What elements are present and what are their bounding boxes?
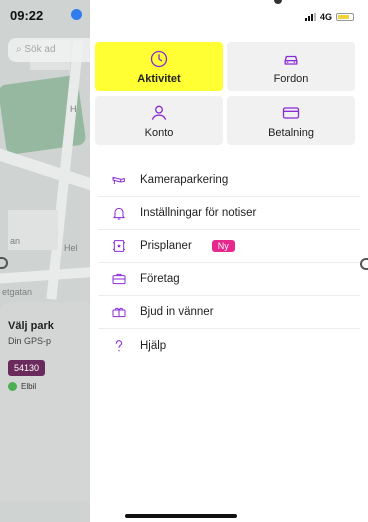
menu-label: Prisplaner — [140, 240, 192, 252]
menu-label: Inställningar för notiser — [140, 207, 257, 219]
menu-item-hjalp[interactable]: Hjälp — [98, 329, 360, 362]
tile-label: Fordon — [273, 72, 309, 85]
menu-drawer: 4G Aktivitet Fordon Konto Betalning Kame… — [90, 0, 368, 522]
menu-item-notiser[interactable]: Inställningar för notiser — [98, 197, 360, 230]
card-title: Välj park — [8, 320, 54, 332]
tile-label: Konto — [144, 126, 174, 139]
notch — [274, 0, 282, 4]
signal-icon — [304, 13, 316, 21]
car-icon — [284, 55, 298, 65]
camera-icon — [110, 171, 128, 189]
menu-label: Hjälp — [140, 339, 167, 352]
leaf-icon — [8, 382, 17, 391]
plate-badge: 54130 — [8, 360, 46, 376]
map-label: H — [70, 104, 77, 114]
menu-item-foretag[interactable]: Företag — [98, 263, 360, 296]
bell-icon — [110, 204, 128, 222]
status-bar: 4G — [304, 12, 354, 22]
tile-fordon[interactable]: Fordon — [227, 42, 355, 91]
tile-aktivitet[interactable]: Aktivitet — [95, 42, 223, 91]
gift-icon — [110, 303, 128, 321]
menu-item-prisplaner[interactable]: Prisplaner Ny — [98, 230, 360, 263]
priceplan-icon — [110, 237, 128, 255]
menu-label: Bjud in vänner — [140, 306, 214, 318]
tile-label: Aktivitet — [137, 72, 181, 85]
network-label: 4G — [319, 12, 332, 22]
location-icon — [71, 9, 82, 20]
battery-icon — [336, 13, 354, 21]
user-icon — [151, 105, 167, 120]
map-label: an — [10, 236, 21, 246]
menu-label: Kameraparkering — [140, 174, 229, 186]
menu-item-bjud-in[interactable]: Bjud in vänner — [98, 296, 360, 329]
elbil-tag: Elbil — [8, 382, 82, 391]
home-indicator[interactable] — [125, 514, 237, 518]
menu-label: Företag — [140, 273, 180, 285]
briefcase-icon — [110, 270, 128, 288]
elbil-label: Elbil — [21, 382, 37, 391]
card-subtitle: Din GPS-p — [8, 336, 52, 346]
question-icon — [110, 337, 128, 355]
tile-betalning[interactable]: Betalning — [227, 96, 355, 145]
status-time: 09:22 — [10, 8, 44, 23]
clock-icon — [150, 50, 168, 67]
menu-list: Kameraparkering Inställningar för notise… — [98, 164, 360, 362]
map-road — [0, 265, 90, 285]
map-road — [0, 146, 90, 196]
new-badge: Ny — [211, 240, 235, 252]
map-label: Hel — [64, 243, 78, 253]
quick-tiles: Aktivitet Fordon Konto Betalning — [95, 42, 355, 145]
map-label: etgatan — [2, 287, 33, 297]
drag-handle-right[interactable] — [360, 258, 368, 270]
card-icon — [282, 106, 300, 119]
tile-label: Betalning — [268, 126, 314, 139]
parking-card[interactable]: Välj park Din GPS-p 54130 Elbil — [0, 302, 90, 502]
menu-item-kameraparkering[interactable]: Kameraparkering — [98, 164, 360, 197]
search-placeholder: Sök ad — [24, 44, 56, 55]
tile-konto[interactable]: Konto — [95, 96, 223, 145]
